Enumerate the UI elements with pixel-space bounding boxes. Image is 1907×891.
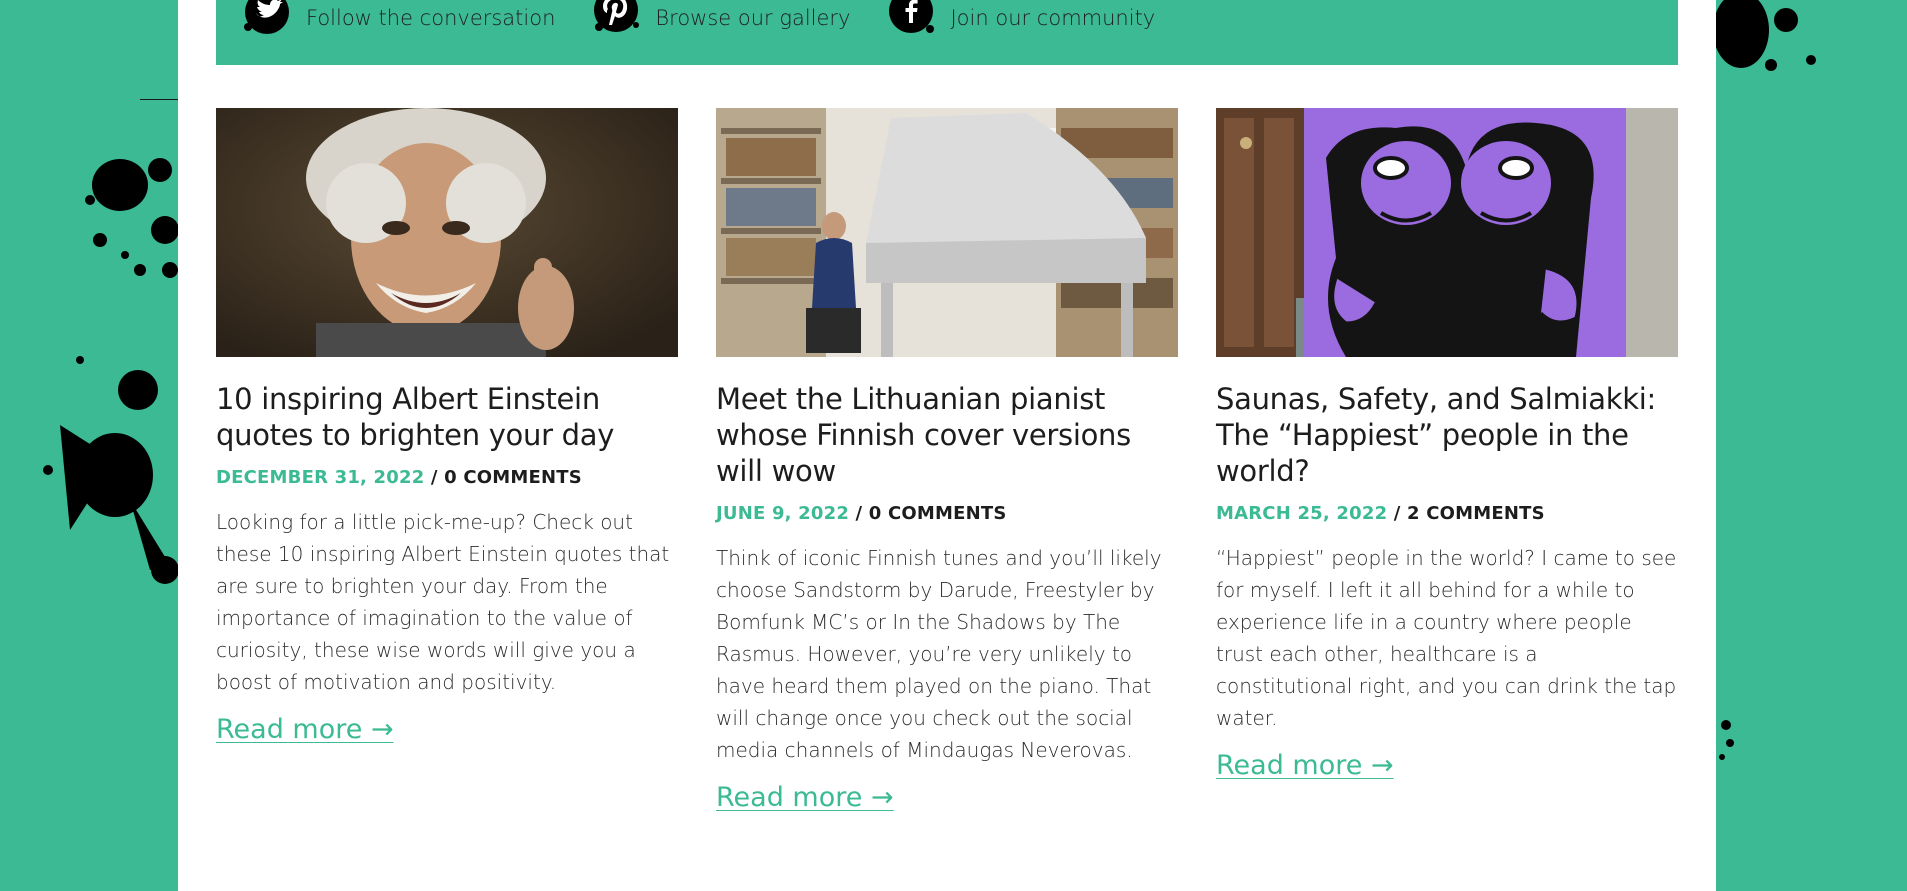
post-title[interactable]: 10 inspiring Albert Einstein quotes to b…	[216, 381, 678, 453]
post-excerpt: “Happiest” people in the world? I came t…	[1216, 546, 1677, 730]
meta-separator: /	[849, 503, 869, 524]
post-card: Saunas, Safety, and Salmiakki: The “Happ…	[1216, 108, 1678, 781]
ink-splat-decoration	[1716, 0, 1816, 71]
post-card: Meet the Lithuanian pianist whose Finnis…	[716, 108, 1178, 813]
post-excerpt: Think of iconic Finnish tunes and you’ll…	[716, 546, 1162, 762]
post-comments-count[interactable]: 0 COMMENTS	[869, 503, 1007, 524]
twitter-icon	[244, 0, 289, 34]
post-card: 10 inspiring Albert Einstein quotes to b…	[216, 108, 678, 745]
facebook-icon	[889, 0, 935, 33]
post-comments-count[interactable]: 2 COMMENTS	[1407, 503, 1545, 524]
post-date[interactable]: DECEMBER 31, 2022	[216, 467, 424, 488]
post-meta: DECEMBER 31, 2022 / 0 COMMENTS	[216, 467, 678, 488]
read-more-link[interactable]: Read more →	[716, 782, 894, 813]
meta-separator: /	[1387, 503, 1408, 524]
post-meta: MARCH 25, 2022 / 2 COMMENTS	[1216, 503, 1678, 524]
post-excerpt: Looking for a little pick-me-up? Check o…	[216, 510, 670, 694]
pinterest-icon	[594, 0, 640, 32]
read-more-link[interactable]: Read more →	[216, 714, 394, 745]
post-meta: JUNE 9, 2022 / 0 COMMENTS	[716, 503, 1178, 524]
einstein-photo[interactable]	[216, 108, 678, 357]
social-link-twitter[interactable]: Follow the conversation	[240, 0, 555, 36]
social-link-label: Follow the conversation	[306, 6, 556, 30]
post-title[interactable]: Meet the Lithuanian pianist whose Finnis…	[716, 381, 1178, 489]
ink-splat-decoration	[43, 356, 179, 584]
meta-separator: /	[424, 467, 445, 488]
pianist-photo[interactable]	[716, 108, 1178, 357]
social-link-pinterest[interactable]: Browse our gallery	[589, 0, 850, 36]
main-content-page: Follow the conversation Browse our galle…	[178, 0, 1716, 891]
social-link-label: Join our community	[950, 6, 1156, 30]
social-link-facebook[interactable]: Join our community	[884, 0, 1155, 36]
post-title[interactable]: Saunas, Safety, and Salmiakki: The “Happ…	[1216, 381, 1678, 489]
ink-splat-decoration	[85, 158, 179, 278]
social-links-bar: Follow the conversation Browse our galle…	[216, 0, 1678, 65]
post-comments-count[interactable]: 0 COMMENTS	[444, 467, 582, 488]
social-link-label: Browse our gallery	[655, 6, 851, 30]
post-date[interactable]: MARCH 25, 2022	[1216, 503, 1387, 524]
post-date[interactable]: JUNE 9, 2022	[716, 503, 849, 524]
ink-line-decoration	[140, 99, 180, 100]
read-more-link[interactable]: Read more →	[1216, 750, 1394, 781]
hug-poster-photo[interactable]	[1216, 108, 1678, 357]
ink-splat-decoration	[1719, 720, 1734, 760]
